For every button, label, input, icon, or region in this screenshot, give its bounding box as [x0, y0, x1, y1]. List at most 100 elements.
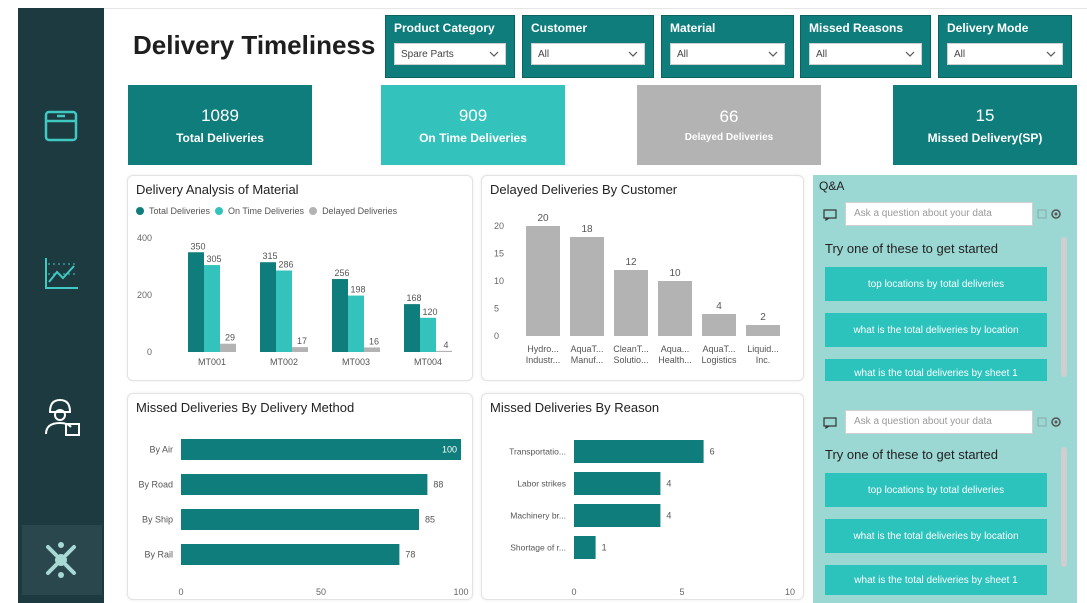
- data-label: 18: [581, 224, 593, 235]
- x-tick-label: Hydro...: [527, 344, 559, 354]
- qa-scrollbar[interactable]: [1061, 237, 1067, 377]
- chart-delayed-by-customer: Delayed Deliveries By Customer 0 5 10 15 20 2…: [481, 175, 804, 381]
- kpi-value: 909: [458, 105, 488, 125]
- filter-customer: Customer All: [522, 15, 654, 78]
- bar: [404, 304, 420, 352]
- chart-plot: 0510152020Hydro...Industr...18AquaT...Ma…: [494, 213, 780, 365]
- data-label: 305: [206, 254, 221, 264]
- header-divider: [104, 8, 1087, 9]
- filter-label: Missed Reasons: [809, 21, 904, 35]
- y-tick-label: 400: [137, 233, 152, 243]
- bar: [292, 347, 308, 352]
- bar: [574, 504, 661, 527]
- kpi-missed-delivery: 15 Missed Delivery(SP): [893, 85, 1077, 165]
- bar: [204, 265, 220, 352]
- data-label: 29: [225, 333, 235, 343]
- chevron-down-icon: [1046, 51, 1056, 57]
- qa-input[interactable]: Ask a question about your data: [845, 202, 1033, 226]
- x-tick-label: 100: [453, 587, 468, 597]
- qa-scrollbar[interactable]: [1061, 447, 1067, 567]
- filter-dropdown[interactable]: All: [670, 43, 785, 65]
- bar: [746, 325, 780, 336]
- kpi-value: 15: [975, 105, 995, 125]
- qa-suggestion[interactable]: what is the total deliveries by location: [825, 313, 1047, 347]
- chevron-down-icon: [905, 51, 915, 57]
- y-tick-label: By Road: [138, 480, 173, 490]
- chevron-down-icon: [489, 51, 499, 57]
- filter-delivery-mode: Delivery Mode All: [938, 15, 1072, 78]
- qa-suggestion[interactable]: what is the total deliveries by sheet 1: [825, 359, 1047, 381]
- page-title: Delivery Timeliness: [133, 30, 376, 60]
- filter-value: All: [954, 48, 966, 60]
- logo-icon[interactable]: [36, 535, 86, 585]
- bar: [220, 343, 236, 352]
- x-tick-label: MT001: [198, 357, 226, 367]
- bar: [332, 279, 348, 352]
- settings-icon[interactable]: [1037, 207, 1063, 221]
- chat-icon: [823, 209, 837, 221]
- kpi-label: Missed Delivery(SP): [927, 130, 1043, 145]
- bar: [181, 474, 428, 495]
- x-tick-label: CleanT...: [613, 344, 649, 354]
- bar: [526, 226, 560, 336]
- data-label: 85: [425, 515, 435, 525]
- y-tick-label: Transportatio...: [509, 447, 566, 457]
- bar: [658, 281, 692, 336]
- bar: [364, 347, 380, 352]
- x-tick-label: Logistics: [701, 355, 737, 365]
- line-chart-icon[interactable]: [36, 248, 86, 298]
- y-tick-label: 200: [137, 290, 152, 300]
- bar: [181, 439, 461, 460]
- x-tick-label: Health...: [658, 355, 692, 365]
- box-icon[interactable]: [36, 100, 86, 150]
- filter-dropdown[interactable]: All: [947, 43, 1063, 65]
- data-label: 100: [442, 445, 457, 455]
- filter-label: Customer: [531, 21, 588, 35]
- data-label: 2: [760, 312, 766, 323]
- qa-suggestion[interactable]: top locations by total deliveries: [825, 473, 1047, 507]
- chart-plot: 0 200 400 350305 29 MT001 315286 17 MT002 256198 1…: [137, 233, 452, 367]
- worker-icon[interactable]: [36, 392, 86, 442]
- bar: [260, 262, 276, 352]
- data-label: 6: [710, 447, 715, 457]
- qa-suggestion[interactable]: what is the total deliveries by sheet 1: [825, 565, 1047, 595]
- y-tick-label: By Air: [149, 445, 173, 455]
- kpi-label: Delayed Deliveries: [684, 132, 774, 143]
- kpi-total-deliveries: 1089 Total Deliveries: [128, 85, 312, 165]
- data-label: 4: [666, 479, 671, 489]
- data-label: 256: [334, 268, 349, 278]
- qa-try-text: Try one of these to get started: [825, 447, 998, 462]
- qa-placeholder: Ask a question about your data: [854, 208, 992, 219]
- data-label: 120: [422, 307, 437, 317]
- filter-dropdown[interactable]: Spare Parts: [394, 43, 506, 65]
- data-label: 198: [350, 285, 365, 295]
- data-label: 10: [669, 268, 681, 279]
- bar: [188, 252, 204, 352]
- x-tick-label: 5: [679, 587, 684, 597]
- kpi-on-time-deliveries: 909 On Time Deliveries: [381, 85, 565, 165]
- filter-value: All: [816, 48, 828, 60]
- qa-suggestion[interactable]: what is the total deliveries by location: [825, 519, 1047, 553]
- settings-icon[interactable]: [1037, 415, 1063, 429]
- kpi-value: 66: [719, 107, 739, 126]
- bar: [348, 295, 364, 352]
- filter-dropdown[interactable]: All: [531, 43, 645, 65]
- y-tick-label: 5: [494, 304, 499, 314]
- y-tick-label: Labor strikes: [517, 479, 566, 489]
- y-tick-label: By Rail: [144, 550, 173, 560]
- qa-suggestion[interactable]: top locations by total deliveries: [825, 267, 1047, 301]
- data-label: 350: [190, 241, 205, 251]
- y-tick-label: 0: [494, 331, 499, 341]
- kpi-label: On Time Deliveries: [419, 130, 527, 145]
- sidebar: [18, 8, 104, 603]
- filter-dropdown[interactable]: All: [809, 43, 922, 65]
- filter-label: Product Category: [394, 21, 495, 35]
- chart-missed-by-method: Missed Deliveries By Delivery Method By …: [127, 393, 473, 600]
- data-label: 17: [297, 336, 307, 346]
- data-label: 4: [716, 301, 722, 312]
- qa-try-text: Try one of these to get started: [825, 241, 998, 256]
- y-tick-label: 15: [494, 249, 504, 259]
- qa-input[interactable]: Ask a question about your data: [845, 410, 1033, 434]
- chart-delivery-analysis-material: Delivery Analysis of Material Total Deli…: [127, 175, 473, 381]
- y-tick-label: 10: [494, 276, 504, 286]
